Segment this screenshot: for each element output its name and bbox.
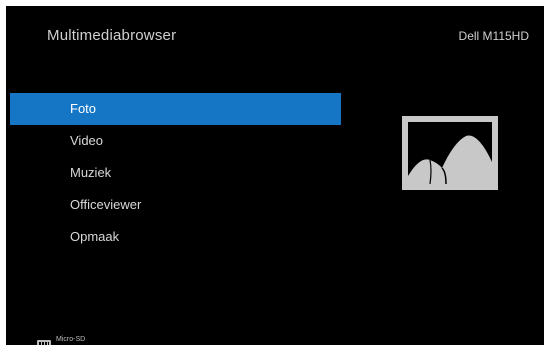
menu-item-opmaak[interactable]: Opmaak bbox=[10, 221, 341, 253]
menu-item-foto[interactable]: Foto bbox=[10, 93, 341, 125]
photo-icon bbox=[402, 116, 498, 190]
media-browser-screen: Multimediabrowser Dell M115HD Foto Video… bbox=[6, 6, 544, 345]
media-menu: Foto Video Muziek Officeviewer Opmaak bbox=[10, 93, 341, 253]
menu-item-video[interactable]: Video bbox=[10, 125, 341, 157]
storage-label: Micro-SD bbox=[56, 335, 86, 343]
app-title: Multimediabrowser bbox=[47, 27, 177, 44]
menu-item-officeviewer[interactable]: Officeviewer bbox=[10, 189, 341, 221]
device-name: Dell M115HD bbox=[458, 29, 529, 43]
sd-card-icon bbox=[37, 335, 51, 345]
menu-item-muziek[interactable]: Muziek bbox=[10, 157, 341, 189]
storage-indicator: Micro-SD bbox=[37, 334, 86, 345]
